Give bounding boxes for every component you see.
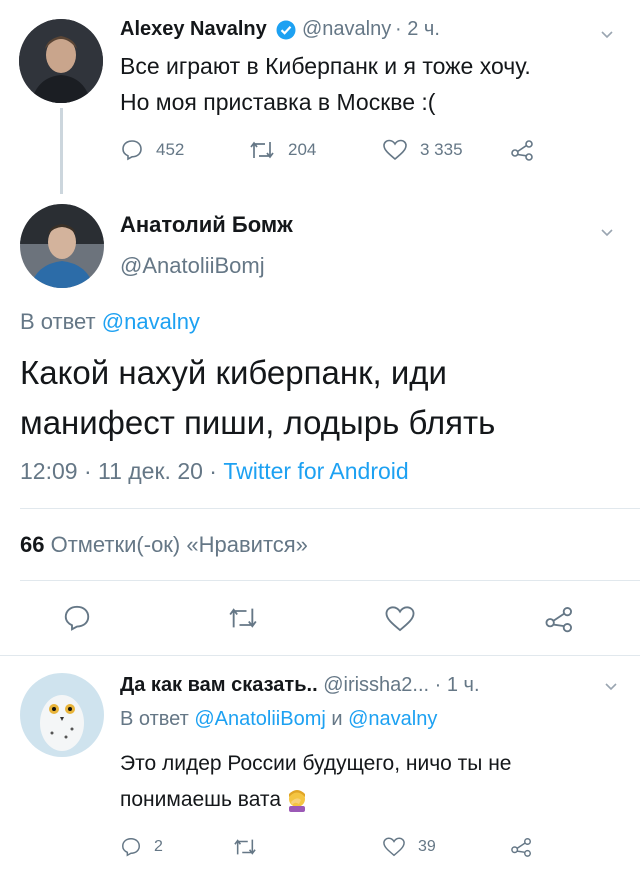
reply-context: В ответ @navalny: [20, 309, 200, 335]
share-icon[interactable]: [510, 836, 534, 858]
client-link[interactable]: Twitter for Android: [223, 458, 408, 484]
author-name[interactable]: Анатолий Бомж: [120, 212, 293, 238]
reply-and: и: [331, 708, 343, 730]
timestamp: 12:09 · 11 дек. 20 ·: [20, 458, 217, 484]
reply-button[interactable]: 452: [120, 138, 184, 162]
reply-to-link[interactable]: @navalny: [102, 309, 200, 334]
likes-label: Отметки(-ок) «Нравится»: [50, 532, 308, 557]
like-count: 3 335: [420, 140, 463, 159]
retweet-icon[interactable]: [226, 604, 260, 632]
reply-prefix: В ответ: [120, 708, 189, 730]
divider: [20, 508, 640, 509]
reply-count: 2: [154, 838, 163, 855]
tweet-time: · 1 ч.: [434, 674, 480, 696]
reply-icon: [122, 838, 140, 857]
share-icon[interactable]: [510, 138, 536, 162]
reply-header: Да как вам сказать.. @irissha2... · 1 ч.: [120, 674, 480, 697]
retweet-button[interactable]: 204: [248, 138, 316, 162]
chevron-down-icon[interactable]: [600, 28, 614, 42]
author-name[interactable]: Alexey Navalny: [120, 18, 267, 41]
likes-summary[interactable]: 66 Отметки(-ок) «Нравится»: [20, 532, 308, 558]
divider: [20, 580, 640, 581]
avatar-anatolii[interactable]: [20, 204, 104, 288]
facepalm-emoji-icon: [289, 790, 305, 812]
heart-icon: [383, 139, 407, 161]
reply-count: 452: [156, 140, 185, 159]
like-button[interactable]: 39: [382, 836, 436, 858]
thread-line: [60, 108, 63, 194]
reply-text-line1: Это лидер России будущего, ничо ты не: [120, 752, 512, 775]
share-icon[interactable]: [544, 604, 576, 634]
tweet-text-line1: Все играют в Киберпанк и я тоже хочу.: [120, 53, 531, 79]
reply-context: В ответ @AnatoliiBomj и @navalny: [120, 708, 437, 731]
main-tweet-text-line1: Какой нахуй киберпанк, иди: [20, 354, 447, 391]
main-tweet-text-line2: манифест пиши, лодырь блять: [20, 404, 496, 441]
tweet-text-line2: Но моя приставка в Москве :(: [120, 89, 436, 115]
avatar-navalny[interactable]: [19, 19, 103, 103]
reply-icon[interactable]: [62, 603, 92, 633]
tweet-time: · 2 ч.: [395, 18, 440, 40]
author-handle[interactable]: @AnatoliiBomj: [120, 253, 265, 279]
author-handle[interactable]: @irissha2...: [323, 674, 429, 696]
like-button[interactable]: 3 335: [382, 138, 463, 162]
divider: [0, 655, 640, 656]
retweet-count: 204: [288, 140, 317, 159]
heart-icon: [383, 837, 405, 857]
reply-to-link[interactable]: @navalny: [348, 708, 437, 730]
tweet-meta: 12:09 · 11 дек. 20 · Twitter for Android: [20, 458, 409, 485]
author-handle[interactable]: @navalny: [302, 18, 391, 41]
avatar-irissha[interactable]: [20, 673, 104, 757]
retweet-icon: [250, 141, 274, 159]
chevron-down-icon[interactable]: [604, 680, 618, 694]
retweet-icon[interactable]: [232, 836, 258, 858]
reply-to-link[interactable]: @AnatoliiBomj: [194, 708, 325, 730]
chevron-down-icon[interactable]: [600, 226, 614, 240]
reply-text-line2-wrap: понимаешь вата: [120, 788, 309, 812]
heart-icon[interactable]: [384, 604, 416, 634]
like-count: 39: [418, 838, 436, 855]
reply-icon: [122, 140, 142, 161]
verified-badge-icon: [276, 20, 296, 45]
likes-count: 66: [20, 532, 45, 557]
reply-prefix: В ответ: [20, 309, 96, 334]
reply-button[interactable]: 2: [120, 836, 163, 858]
reply-text-line2: понимаешь вата: [120, 788, 281, 811]
author-name[interactable]: Да как вам сказать..: [120, 674, 318, 696]
